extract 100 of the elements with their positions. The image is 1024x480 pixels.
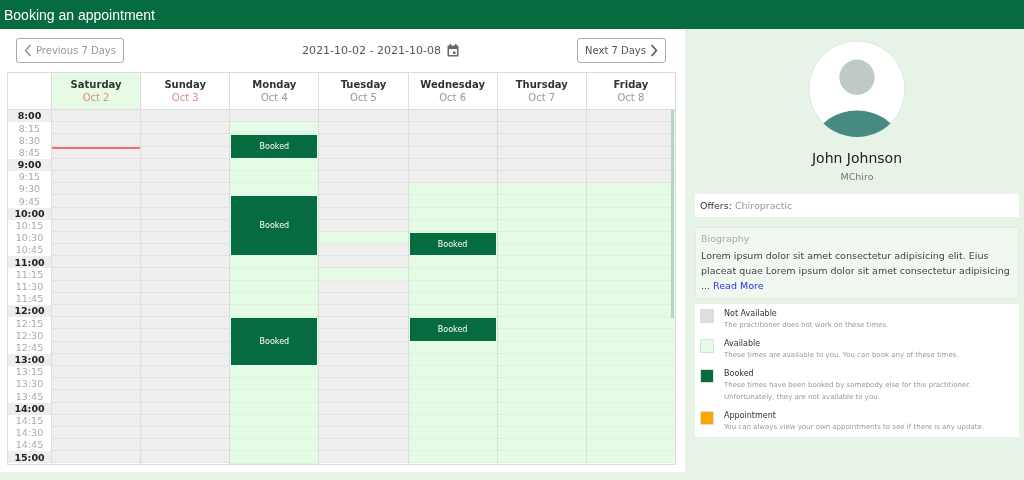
- booked-slot: Booked: [230, 195, 319, 257]
- day-name: Friday: [613, 79, 649, 90]
- next-week-button[interactable]: Next 7 Days: [577, 38, 666, 63]
- available-slot[interactable]: [497, 256, 586, 269]
- available-slot[interactable]: [230, 451, 319, 464]
- available-slot[interactable]: [586, 390, 675, 403]
- time-label: 12:00: [14, 306, 45, 316]
- time-label: 14:15: [15, 416, 44, 426]
- time-label: 10:15: [15, 221, 44, 231]
- available-slot[interactable]: [408, 268, 497, 281]
- available-slot[interactable]: [586, 439, 675, 452]
- chevron-right-icon: [650, 44, 658, 57]
- available-slot[interactable]: [497, 183, 586, 196]
- legend-title: Not Available: [724, 309, 778, 318]
- time-label: 9:00: [17, 160, 42, 170]
- day-date: Oct 7: [528, 92, 556, 103]
- available-slot[interactable]: [230, 390, 319, 403]
- available-slot[interactable]: [408, 256, 497, 269]
- legend-title: Appointment: [724, 411, 777, 420]
- day-name: Monday: [252, 79, 297, 90]
- available-slot[interactable]: [497, 390, 586, 403]
- available-slot[interactable]: [408, 195, 497, 208]
- offers-label: Offers:: [700, 200, 732, 211]
- date-range: 2021-10-02 - 2021-10-08: [302, 44, 441, 57]
- day-name: Sunday: [164, 79, 206, 90]
- time-label: 10:00: [14, 208, 45, 219]
- available-slot[interactable]: [408, 451, 497, 464]
- booked-slot: Booked: [230, 134, 319, 159]
- available-slot[interactable]: [497, 451, 586, 464]
- time-label: 14:30: [15, 428, 44, 438]
- available-slot[interactable]: [230, 366, 319, 379]
- biography-title: Biography: [701, 233, 751, 244]
- day-date: Oct 2: [82, 92, 110, 103]
- time-label: 8:00: [17, 111, 42, 121]
- practitioner-name: John Johnson: [811, 150, 903, 166]
- time-label: 12:45: [15, 342, 44, 353]
- available-slot[interactable]: [230, 183, 319, 196]
- available-slot[interactable]: [586, 305, 675, 318]
- time-label: 11:15: [15, 269, 44, 280]
- available-slot[interactable]: [497, 439, 586, 452]
- time-label: 15:00: [14, 452, 45, 463]
- available-slot[interactable]: [586, 183, 675, 196]
- time-label: 8:30: [18, 135, 41, 146]
- available-slot[interactable]: [497, 329, 586, 342]
- time-label: 13:00: [14, 355, 45, 365]
- available-slot[interactable]: [230, 427, 319, 440]
- day-date: Oct 3: [171, 92, 199, 103]
- booked-slot: Booked: [408, 231, 497, 257]
- time-label: 13:30: [15, 379, 44, 389]
- available-slot[interactable]: [497, 195, 586, 208]
- available-slot[interactable]: [586, 317, 675, 330]
- time-label: 14:00: [14, 403, 45, 414]
- available-slot[interactable]: [230, 378, 319, 391]
- available-slot[interactable]: [408, 305, 497, 318]
- offers-value: Chiropractic: [734, 200, 793, 211]
- time-label: 8:45: [18, 147, 41, 158]
- time-label: 13:45: [15, 391, 44, 402]
- time-label: 11:45: [15, 294, 44, 304]
- time-label: 9:15: [18, 172, 41, 182]
- legend-title: Booked: [724, 369, 755, 378]
- day-name: Tuesday: [340, 79, 387, 90]
- calendar-icon[interactable]: [446, 44, 459, 57]
- window-title: Booking an appointment: [4, 6, 155, 23]
- biography-text: Lorem ipsum dolor sit amet consectetur adipisicing elit. Eius placeat quae Lorem ipsum dolor sit amet consectetur adipisicing ... Read More: [701, 249, 1011, 293]
- time-label: 13:15: [15, 367, 44, 377]
- available-slot[interactable]: [408, 439, 497, 452]
- time-label: 14:45: [15, 440, 44, 450]
- available-slot[interactable]: [319, 268, 408, 281]
- time-label: 11:30: [15, 281, 44, 292]
- day-date: Oct 8: [617, 92, 645, 103]
- available-slot[interactable]: [586, 329, 675, 342]
- available-slot[interactable]: [497, 244, 586, 257]
- available-slot[interactable]: [586, 451, 675, 464]
- available-slot[interactable]: [408, 378, 497, 391]
- practitioner-qualification: MChiro: [840, 171, 874, 182]
- available-slot[interactable]: [497, 317, 586, 330]
- available-slot[interactable]: [230, 305, 319, 318]
- booked-slot: Booked: [408, 317, 497, 342]
- available-slot[interactable]: [586, 378, 675, 391]
- day-date: Oct 5: [350, 92, 377, 103]
- available-slot[interactable]: [230, 439, 319, 452]
- available-slot[interactable]: [497, 378, 586, 391]
- available-slot[interactable]: [408, 183, 497, 196]
- time-label: 12:15: [15, 318, 44, 329]
- time-label: 10:30: [15, 233, 44, 243]
- available-slot[interactable]: [408, 390, 497, 403]
- available-slot[interactable]: [230, 122, 319, 135]
- read-more-link[interactable]: Read More: [713, 280, 764, 291]
- day-date: Oct 6: [439, 92, 467, 103]
- available-slot[interactable]: [230, 256, 319, 269]
- time-label: 9:30: [18, 184, 41, 194]
- time-label: 9:45: [18, 196, 41, 207]
- available-slot[interactable]: [497, 268, 586, 281]
- legend-title: Available: [724, 339, 762, 348]
- time-label: 11:00: [14, 257, 45, 268]
- available-slot[interactable]: [497, 305, 586, 318]
- day-name: Thursday: [515, 79, 568, 90]
- time-label: 10:45: [15, 245, 44, 255]
- day-name: Wednesday: [420, 79, 485, 90]
- scrollbar[interactable]: [671, 110, 674, 318]
